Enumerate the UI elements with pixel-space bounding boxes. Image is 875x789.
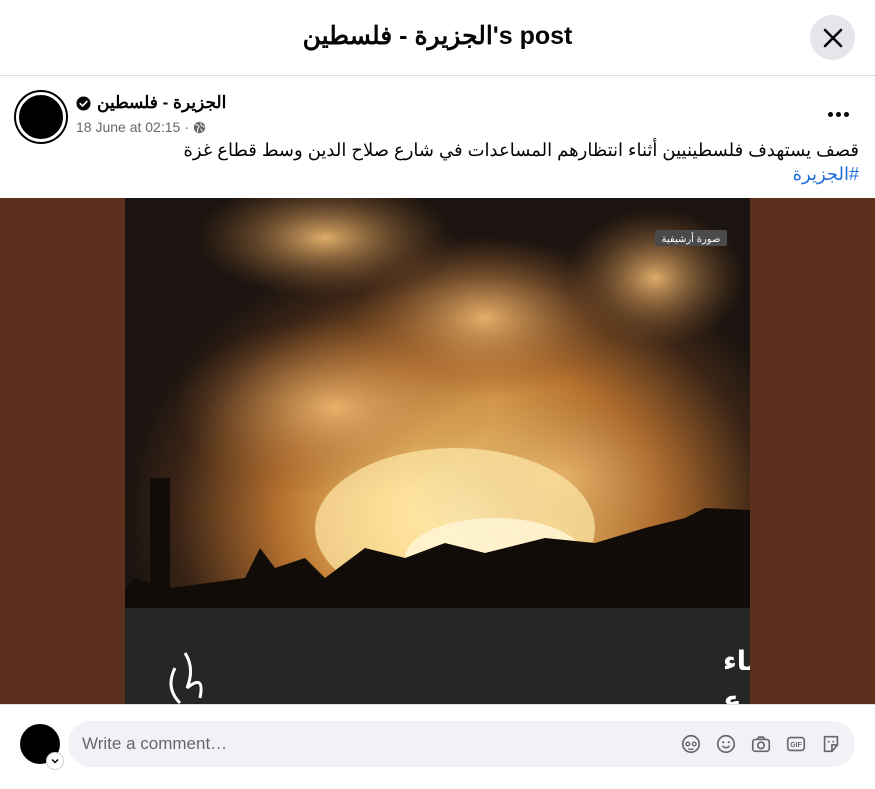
sticker-icon[interactable] <box>819 732 843 756</box>
post-caption: قصف يستهدف فلسطينيين أثناء انتظارهم المس… <box>183 138 859 186</box>
author-avatar[interactable] <box>16 92 66 142</box>
post-timestamp[interactable]: 18 June at 02:15 <box>76 119 180 135</box>
camera-icon[interactable] <box>749 732 773 756</box>
more-dot-icon <box>835 111 841 117</box>
comment-input[interactable]: Write a comment… GIF <box>68 721 855 767</box>
post-meta: 18 June at 02:15 · <box>76 119 206 135</box>
caption-text: قصف يستهدف فلسطينيين أثناء انتظارهم المس… <box>183 140 859 160</box>
more-options-button[interactable] <box>823 104 853 124</box>
gif-icon[interactable]: GIF <box>784 732 808 756</box>
dialog-header: الجزيرة - فلسطين's post <box>0 0 875 76</box>
explosion-image: صورة أرشيفية قصف يستهدف فلسطينيين أثناء … <box>125 198 750 704</box>
chevron-down-icon <box>51 758 59 764</box>
post-header: الجزيرة - فلسطين 18 June at 02:15 · قصف … <box>0 76 875 196</box>
verified-badge-icon <box>76 95 91 111</box>
archive-label: صورة أرشيفية <box>662 232 721 245</box>
globe-icon <box>193 121 206 133</box>
author-row: الجزيرة - فلسطين <box>76 93 226 113</box>
comment-composer: Write a comment… GIF <box>0 704 875 789</box>
close-button[interactable] <box>810 15 855 60</box>
image-headline-line2: انتظارهم المساعدات في شارع <box>723 686 750 704</box>
comment-placeholder: Write a comment… <box>82 734 228 753</box>
meta-separator: · <box>184 119 189 135</box>
post-media[interactable]: صورة أرشيفية قصف يستهدف فلسطينيين أثناء … <box>0 198 875 704</box>
more-dot-icon <box>843 111 849 117</box>
hashtag-link[interactable]: #الجزيرة <box>183 162 859 186</box>
post-photo[interactable]: صورة أرشيفية قصف يستهدف فلسطينيين أثناء … <box>125 198 750 704</box>
svg-text:GIF: GIF <box>790 742 801 749</box>
more-dot-icon <box>827 111 833 117</box>
emoji-icon[interactable] <box>714 732 738 756</box>
close-icon <box>823 28 842 47</box>
image-headline-line1: قصف يستهدف فلسطينيين أثناء <box>723 643 750 677</box>
author-name[interactable]: الجزيرة - فلسطين <box>97 93 226 113</box>
account-switch-button[interactable] <box>46 752 64 770</box>
comment-tools: GIF <box>679 732 843 756</box>
avatar-sticker-icon[interactable] <box>679 732 703 756</box>
dialog-title: الجزيرة - فلسطين's post <box>302 22 573 50</box>
